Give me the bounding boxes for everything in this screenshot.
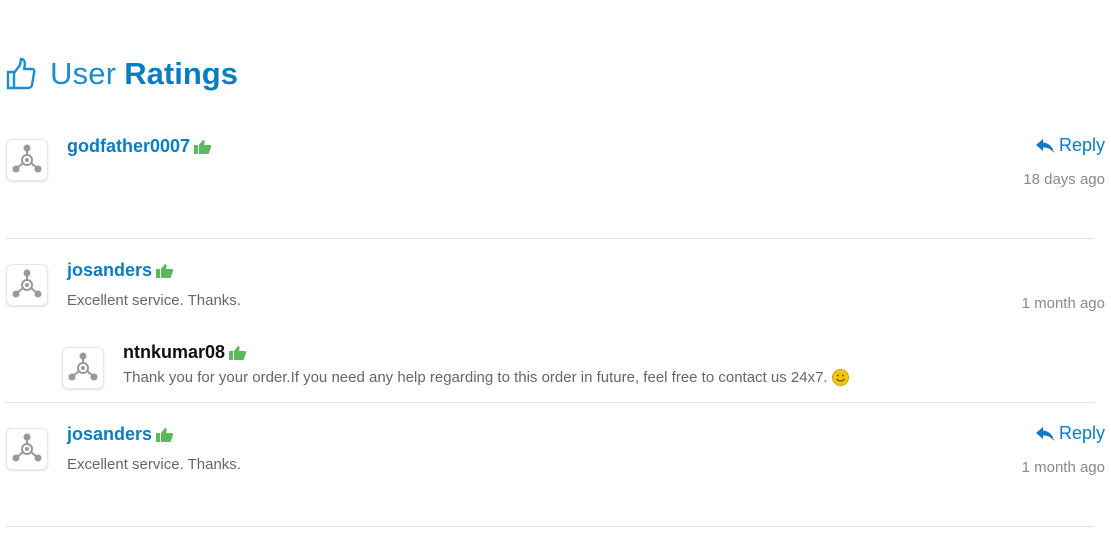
- user-ratings-header: User Ratings: [6, 52, 238, 96]
- review-comment: Excellent service. Thanks.: [67, 456, 241, 473]
- review-time: 1 month ago: [1021, 459, 1105, 476]
- review-time: 18 days ago: [1023, 171, 1105, 188]
- divider: [6, 402, 1094, 403]
- review-username[interactable]: josanders: [67, 424, 174, 445]
- avatar: [6, 139, 48, 181]
- divider: [6, 526, 1094, 527]
- thumbs-up-icon: [229, 346, 247, 360]
- default-avatar-icon: [68, 352, 98, 381]
- reply-username-text: ntnkumar08: [123, 342, 226, 362]
- review-username[interactable]: godfather0007: [67, 136, 212, 157]
- username-link[interactable]: godfather0007: [67, 136, 190, 157]
- username-link[interactable]: josanders: [67, 260, 152, 281]
- smiley-icon: [831, 369, 849, 386]
- thumbs-up-icon: [156, 264, 174, 278]
- avatar: [6, 428, 48, 470]
- review-time: 1 month ago: [1021, 295, 1105, 312]
- thumbs-up-icon: [194, 140, 212, 154]
- reply-arrow-icon: [1035, 138, 1054, 153]
- reply-label[interactable]: Reply: [1059, 135, 1105, 156]
- avatar: [6, 264, 48, 306]
- reply-arrow-icon: [1035, 426, 1054, 441]
- header-title-bold: Ratings: [124, 56, 238, 91]
- thumbs-up-outline-icon: [6, 57, 36, 90]
- header-title-light: User: [50, 56, 117, 91]
- thumbs-up-icon: [156, 428, 174, 442]
- reply-comment-text: Thank you for your order.If you need any…: [123, 369, 828, 386]
- review-comment: Excellent service. Thanks.: [67, 292, 241, 309]
- default-avatar-icon: [12, 433, 42, 462]
- divider: [6, 238, 1094, 239]
- reply-label[interactable]: Reply: [1059, 423, 1105, 444]
- reply-username: ntnkumar08: [123, 342, 247, 363]
- default-avatar-icon: [12, 144, 42, 173]
- reply-button[interactable]: Reply: [1035, 135, 1105, 156]
- review-username[interactable]: josanders: [67, 260, 174, 281]
- username-link[interactable]: josanders: [67, 424, 152, 445]
- default-avatar-icon: [12, 269, 42, 298]
- reply-avatar: [62, 347, 104, 389]
- reply-comment: Thank you for your order.If you need any…: [123, 369, 849, 386]
- reply-button[interactable]: Reply: [1035, 423, 1105, 444]
